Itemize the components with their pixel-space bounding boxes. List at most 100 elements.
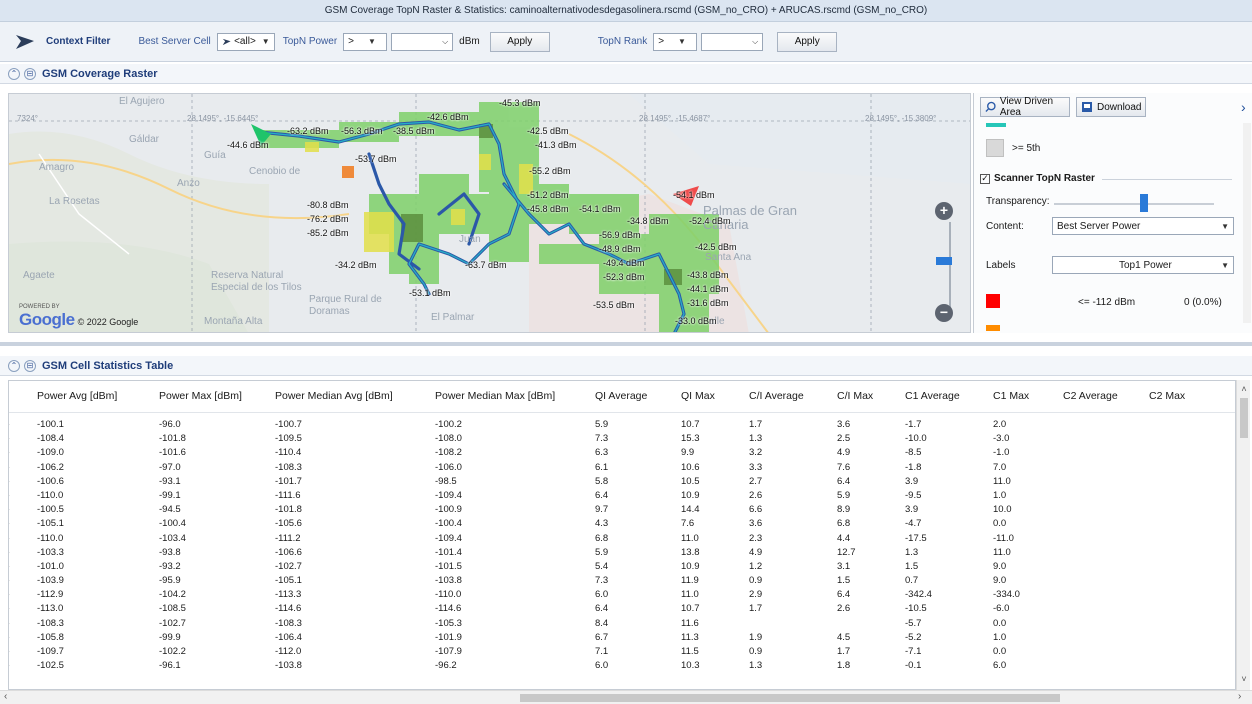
table-row[interactable]: ▸ -103.3 -93.8 -106.6 -101.4 5.9 13.8 4.9 12.7 1.… (9, 547, 1235, 561)
column-header[interactable]: C2 Max (1149, 390, 1185, 402)
table-cell: -100.5 (37, 504, 64, 516)
column-header[interactable]: C/I Max (837, 390, 873, 402)
table-cell: -97.0 (159, 461, 181, 473)
column-header[interactable]: QI Max (681, 390, 715, 402)
table-vertical-scrollbar[interactable]: ˄ ˅ (1236, 380, 1250, 690)
collapse-icon[interactable]: ⌃ (8, 359, 20, 372)
column-header[interactable]: Power Max [dBm] (159, 390, 242, 402)
table-cell: -1.8 (905, 461, 922, 473)
vertical-scroll-thumb[interactable] (1240, 398, 1248, 438)
table-cell: 0.9 (749, 646, 763, 657)
table-row[interactable]: ▸ -102.5 -96.1 -103.8 -96.2 6.0 10.3 1.3 1.8 -0.1… (9, 660, 1235, 674)
table-cell: -111.2 (275, 532, 301, 544)
table-cell: -100.4 (435, 518, 462, 530)
zoom-in-icon[interactable]: + (935, 202, 953, 220)
transparency-slider-track[interactable] (1054, 203, 1214, 205)
float-icon[interactable]: ⊟ (24, 67, 36, 80)
table-cell: -101.9 (435, 631, 462, 643)
horizontal-scroll-thumb[interactable] (520, 694, 1060, 702)
column-header[interactable]: C1 Max (993, 390, 1029, 402)
table-horizontal-scrollbar[interactable]: ‹ › (0, 690, 1252, 704)
table-row[interactable]: ▸ -106.2 -97.0 -108.3 -106.0 6.1 10.6 3.3 7.6 -1.… (9, 461, 1235, 476)
table-row[interactable]: ▸ -103.9 -95.9 -105.1 -103.8 7.3 11.9 0.9 1.5 0.7… (9, 575, 1235, 589)
best-server-cell-dropdown[interactable]: <all> ▼ (216, 32, 275, 51)
stats-section-header: ⌃ ⊟ GSM Cell Statistics Table (0, 356, 1252, 376)
table-row[interactable]: ▸ -108.4 -101.8 -109.5 -108.0 7.3 15.3 1.3 2.5 -1… (9, 433, 1235, 447)
float-icon[interactable]: ⊟ (24, 359, 36, 372)
scroll-down-icon[interactable]: ˅ (1237, 674, 1251, 684)
table-row[interactable]: ▸ -109.7 -102.2 -112.0 -107.9 7.1 11.5 0.9 1.7 -7… (9, 646, 1235, 660)
column-header[interactable]: Power Avg [dBm] (37, 390, 117, 402)
column-header[interactable]: Power Median Avg [dBm] (275, 390, 393, 402)
table-cell: 4.9 (837, 447, 851, 459)
download-label: Download (1097, 101, 1142, 113)
table-row[interactable]: ▸ -101.0 -93.2 -102.7 -101.5 5.4 10.9 1.2 3.1 1.5… (9, 561, 1235, 575)
filter-funnel-icon[interactable] (10, 30, 40, 54)
table-body: ▸ -100.1 -96.0 -100.7 -100.2 5.9 10.7 1.7 3.6 -1.… (9, 419, 1235, 674)
zoom-slider-track[interactable] (949, 222, 951, 312)
table-row[interactable]: ▸ -105.8 -99.9 -106.4 -101.9 6.7 11.3 1.9 4.5 -5.… (9, 631, 1235, 646)
row-indicator-icon: ▸ (9, 660, 10, 671)
table-cell: -107.9 (435, 646, 462, 657)
legend-red-swatch (986, 294, 1000, 308)
collapse-icon[interactable]: ⌃ (8, 67, 20, 80)
column-header[interactable]: QI Average (595, 390, 647, 402)
table-cell: 10.5 (681, 475, 700, 487)
table-cell: 7.3 (595, 575, 609, 587)
table-row[interactable]: ▸ -109.0 -101.6 -110.4 -108.2 6.3 9.9 3.2 4.9 -8.… (9, 447, 1235, 461)
table-row[interactable]: ▸ -100.1 -96.0 -100.7 -100.2 5.9 10.7 1.7 3.6 -1.… (9, 419, 1235, 433)
legend-teal-swatch (986, 123, 1006, 127)
driven-area-icon (985, 101, 996, 112)
table-row[interactable]: ▸ -113.0 -108.5 -114.6 -114.6 6.4 10.7 1.7 2.6 -1… (9, 603, 1235, 617)
table-cell: -99.9 (159, 631, 181, 643)
scanner-raster-checkbox[interactable]: ✓ (980, 173, 990, 184)
table-row[interactable]: ▸ -100.6 -93.1 -101.7 -98.5 5.8 10.5 2.7 6.4 3.9 1… (9, 475, 1235, 490)
topn-power-operator-dropdown[interactable]: > ▼ (343, 32, 388, 51)
labels-dropdown[interactable]: Top1 Power ▼ (1052, 256, 1234, 274)
table-cell: -17.5 (905, 532, 927, 544)
table-cell: 11.5 (681, 646, 699, 657)
map-coord-label: 28.1495°, -15.3809° (865, 114, 937, 123)
transparency-slider-thumb[interactable] (1140, 194, 1148, 212)
scroll-right-icon[interactable]: › (1238, 691, 1241, 702)
table-cell: 11.0 (993, 475, 1011, 487)
context-filter-bar: Context Filter Best Server Cell <all> ▼ … (0, 22, 1252, 62)
topn-rank-value-input[interactable]: ⌵ (701, 32, 764, 51)
table-row[interactable]: ▸ -110.0 -99.1 -111.6 -109.4 6.4 10.9 2.6 5.9 -9.… (9, 490, 1235, 504)
topn-rank-operator-dropdown[interactable]: > ▼ (653, 32, 698, 51)
coverage-map[interactable]: 7324° 28.1495°, -15.6445° 28.1495°, -15.… (8, 93, 971, 333)
view-driven-area-button[interactable]: View Driven Area (980, 96, 1070, 118)
topn-power-value-input[interactable]: ⌵ (391, 32, 454, 51)
table-cell: 11.0 (681, 589, 699, 601)
table-cell: -10.5 (905, 603, 927, 615)
column-header[interactable]: C/I Average (749, 390, 804, 402)
table-row[interactable]: ▸ -105.1 -100.4 -105.6 -100.4 4.3 7.6 3.6 6.8 -4.… (9, 518, 1235, 532)
table-row[interactable]: ▸ -108.3 -102.7 -108.3 -105.3 8.4 11.6 -5.7 0.0 (9, 618, 1235, 632)
scroll-left-icon[interactable]: ‹ (4, 691, 7, 702)
chevron-down-icon: ⌵ (752, 36, 759, 46)
panel-scrollbar[interactable] (1243, 123, 1251, 323)
map-dbm-label: -49.4 dBm (603, 258, 645, 268)
apply-power-button[interactable]: Apply (489, 31, 550, 52)
scroll-up-icon[interactable]: ˄ (1237, 384, 1251, 394)
table-row[interactable]: ▸ -110.0 -103.4 -111.2 -109.4 6.8 11.0 2.3 4.4 -1… (9, 532, 1235, 547)
table-row[interactable]: ▸ -100.5 -94.5 -101.8 -100.9 9.7 14.4 6.6 8.9 3.9… (9, 504, 1235, 518)
table-cell: 6.0 (595, 660, 609, 672)
table-cell: -106.2 (37, 461, 64, 473)
table-row[interactable]: ▸ -112.9 -104.2 -113.3 -110.0 6.0 11.0 2.9 6.4 -3… (9, 589, 1235, 603)
table-cell: -96.2 (435, 660, 457, 672)
map-dbm-label: -80.8 dBm (307, 200, 349, 210)
zoom-out-icon[interactable]: − (935, 304, 953, 322)
column-header[interactable]: Power Median Max [dBm] (435, 390, 555, 402)
pane-splitter[interactable] (0, 342, 1252, 346)
column-header[interactable]: C2 Average (1063, 390, 1118, 402)
apply-rank-button[interactable]: Apply (777, 31, 838, 52)
chevron-right-icon[interactable]: › (1241, 99, 1246, 115)
zoom-slider-thumb[interactable] (936, 257, 952, 265)
map-place-label: Santa Ana (705, 252, 752, 263)
column-header[interactable]: C1 Average (905, 390, 960, 402)
download-button[interactable]: Download (1076, 97, 1146, 117)
row-indicator-icon: ▸ (9, 476, 10, 487)
content-dropdown[interactable]: Best Server Power ▼ (1052, 217, 1234, 235)
table-cell: 6.1 (595, 461, 609, 473)
